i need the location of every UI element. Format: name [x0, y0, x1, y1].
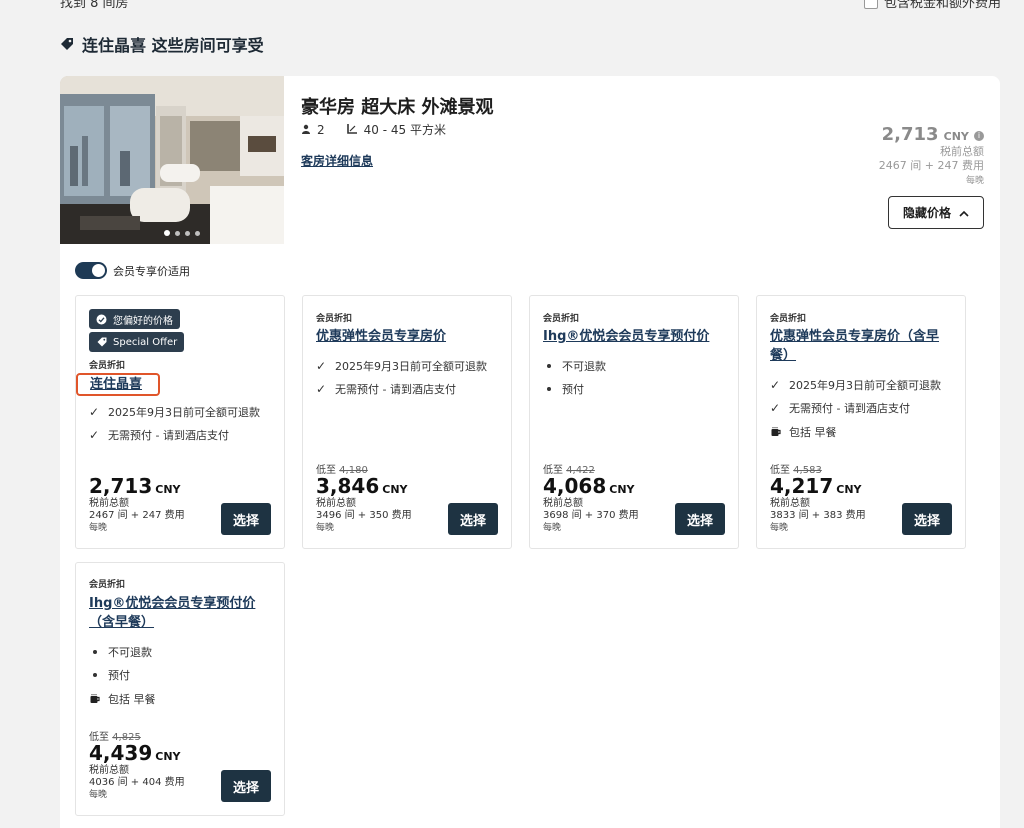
preferred-price-badge: 您偏好的价格	[89, 309, 180, 329]
check-icon: ✓	[770, 401, 781, 415]
rate-pretax: 税前总额 3833 间 + 383 费用 每晚	[770, 498, 866, 533]
check-icon: ✓	[770, 378, 781, 392]
guests-icon	[301, 123, 311, 137]
rate-price: 4,068 CNY	[543, 474, 635, 498]
coffee-cup-icon	[770, 426, 782, 438]
check-icon: ✓	[316, 359, 327, 373]
rate-pretax: 税前总额 3698 间 + 370 费用 每晚	[543, 498, 639, 533]
rate-name-link[interactable]: 优惠弹性会员专享房价	[316, 327, 502, 346]
rate-pretax: 税前总额 4036 间 + 404 费用 每晚	[89, 765, 185, 800]
rate-price: 3,846 CNY	[316, 474, 408, 498]
tag-icon	[60, 37, 74, 51]
badge-text: 您偏好的价格	[113, 315, 173, 327]
rate-feature: ✓ 2025年9月3日前可全额可退款	[770, 378, 941, 392]
rate-price: 2,713 CNY	[89, 474, 181, 498]
section-title-text: 连住晶喜 这些房间可享受	[82, 36, 264, 55]
rate-name-link[interactable]: 连住晶喜	[76, 373, 160, 396]
summary-currency: CNY	[943, 130, 969, 143]
found-count: 找到 8 间房	[60, 0, 129, 11]
rate-card: 会员折扣 优惠弹性会员专享房价 ✓ 2025年9月3日前可全额可退款 ✓ 无需预付 …	[302, 295, 512, 549]
bullet-icon	[547, 364, 551, 368]
rate-price: 4,439 CNY	[89, 741, 181, 765]
photo-carousel-dots[interactable]	[164, 230, 200, 236]
rate-feature: ✓ 无需预付 - 请到酒店支付	[89, 428, 229, 442]
special-offer-badge: Special Offer	[89, 332, 185, 352]
rate-card: 您偏好的价格 Special Offer 会员折扣 连住晶喜 ✓ 2025年9月3…	[75, 295, 285, 549]
check-circle-icon	[96, 314, 107, 325]
bullet-icon	[547, 387, 551, 391]
rate-feature: 不可退款	[89, 644, 152, 660]
room-size-icon	[346, 123, 358, 137]
select-button[interactable]: 选择	[675, 503, 725, 535]
tax-toggle-label: 包含税金和额外费用	[884, 0, 1002, 11]
bullet-icon	[93, 650, 97, 654]
room-card: 豪华房 超大床 外滩景观 2 40 - 45 平方米 客房详细信息 2,713 …	[60, 76, 1000, 828]
rate-feature: 预付	[543, 381, 584, 397]
rate-name-link[interactable]: Ihg®优悦会会员专享预付价（含早餐）	[89, 594, 275, 632]
rate-feature: ✓ 无需预付 - 请到酒店支付	[316, 382, 456, 396]
summary-pretax: 税前总额	[940, 145, 984, 158]
rate-card: 会员折扣 Ihg®优悦会会员专享预付价（含早餐） 不可退款 预付 包括 早餐 低…	[75, 562, 285, 816]
rate-card: 会员折扣 Ihg®优悦会会员专享预付价 不可退款 预付 低至 4,422 4,0…	[529, 295, 739, 549]
toggle-switch[interactable]	[75, 262, 107, 279]
rate-feature: ✓ 2025年9月3日前可全额可退款	[89, 405, 260, 419]
check-icon: ✓	[316, 382, 327, 396]
carousel-dot[interactable]	[195, 230, 200, 236]
rate-name-link[interactable]: 优惠弹性会员专享房价（含早餐）	[770, 327, 956, 365]
top-strip: 找到 8 间房 包含税金和额外费用	[0, 0, 1024, 12]
rate-feature: ✓ 2025年9月3日前可全额可退款	[316, 359, 487, 373]
guests-count: 2	[317, 122, 325, 137]
rate-card: 会员折扣 优惠弹性会员专享房价（含早餐） ✓ 2025年9月3日前可全额可退款 ✓…	[756, 295, 966, 549]
rate-label: 会员折扣	[543, 314, 580, 324]
room-photo[interactable]	[60, 76, 284, 244]
tag-icon	[96, 337, 107, 348]
rate-label: 会员折扣	[770, 314, 807, 324]
rate-feature: ✓ 无需预付 - 请到酒店支付	[770, 401, 910, 415]
tax-toggle[interactable]: 包含税金和额外费用	[864, 0, 1001, 11]
summary-breakdown: 2467 间 + 247 费用	[878, 159, 984, 172]
hide-price-label: 隐藏价格	[902, 206, 951, 220]
rate-price: 4,217 CNY	[770, 474, 862, 498]
badge-text: Special Offer	[113, 336, 178, 348]
rate-feature: 包括 早餐	[770, 424, 837, 440]
room-meta: 2 40 - 45 平方米	[301, 121, 446, 138]
tax-checkbox[interactable]	[864, 0, 878, 9]
carousel-dot[interactable]	[175, 230, 180, 236]
hide-price-button[interactable]: 隐藏价格	[888, 196, 984, 229]
select-button[interactable]: 选择	[221, 770, 271, 802]
rate-pretax: 税前总额 3496 间 + 350 费用 每晚	[316, 498, 412, 533]
member-rate-toggle[interactable]: 会员专享价适用	[75, 262, 190, 279]
check-icon: ✓	[89, 428, 100, 442]
summary-amount: 2,713	[881, 124, 939, 145]
member-toggle-label: 会员专享价适用	[113, 264, 190, 278]
rate-feature: 不可退款	[543, 358, 606, 374]
rate-label: 会员折扣	[316, 314, 353, 324]
carousel-dot[interactable]	[185, 230, 190, 236]
summary-per-night: 每晚	[965, 176, 984, 186]
select-button[interactable]: 选择	[448, 503, 498, 535]
info-icon[interactable]: i	[974, 130, 984, 141]
room-name: 豪华房 超大床 外滩景观	[301, 97, 494, 118]
carousel-dot[interactable]	[164, 230, 170, 236]
room-details-link[interactable]: 客房详细信息	[301, 152, 373, 169]
bullet-icon	[93, 673, 97, 677]
summary-price: 2,713 CNY i 税前总额 2467 间 + 247 费用 每晚	[879, 124, 984, 186]
rate-label: 会员折扣	[89, 361, 126, 371]
select-button[interactable]: 选择	[902, 503, 952, 535]
rate-feature: 预付	[89, 667, 130, 683]
select-button[interactable]: 选择	[221, 503, 271, 535]
check-icon: ✓	[89, 405, 100, 419]
chevron-up-icon	[959, 206, 969, 220]
rate-label: 会员折扣	[89, 580, 126, 590]
rate-name-link[interactable]: Ihg®优悦会会员专享预付价	[543, 327, 729, 346]
section-title: 连住晶喜 这些房间可享受	[60, 32, 264, 56]
coffee-cup-icon	[89, 693, 101, 705]
rate-feature: 包括 早餐	[89, 691, 156, 707]
rate-pretax: 税前总额 2467 间 + 247 费用 每晚	[89, 498, 185, 533]
room-size: 40 - 45 平方米	[363, 123, 446, 137]
